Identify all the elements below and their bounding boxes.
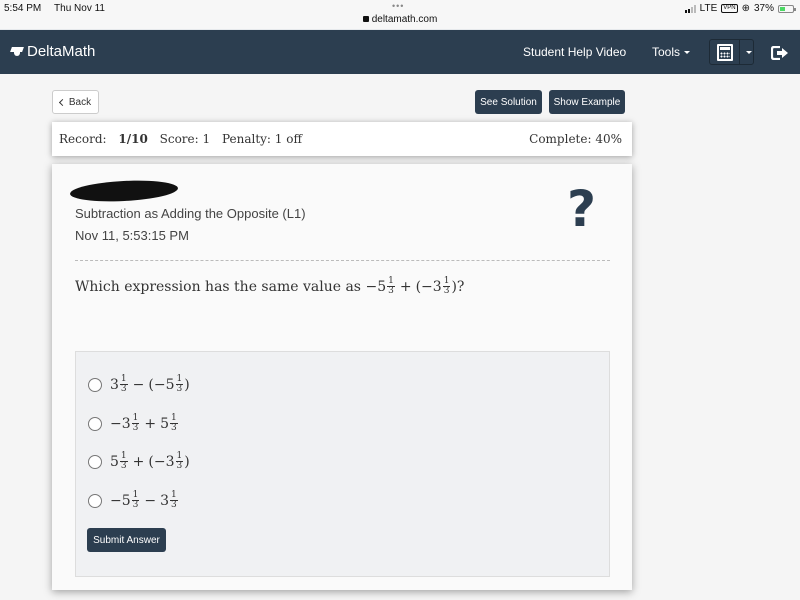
choice-3[interactable]: 5 1 3 + (−3 1 3)	[88, 452, 190, 471]
complete-stat: Complete: 40%	[529, 132, 622, 146]
skill-title: Subtraction as Adding the Opposite (L1)	[75, 206, 306, 221]
address-bar[interactable]: deltamath.com	[0, 14, 800, 25]
back-button[interactable]: Back	[52, 90, 99, 114]
answer-choices: 3 1 3− (−5 1 3) −3 1 3 +5 1 3 5 1 3 + (−3 1 3) −5 1 3−3 1 3 …	[75, 351, 610, 577]
calculator-dropdown-toggle[interactable]	[740, 40, 753, 64]
choice-expression: 5 1 3 + (−3 1 3)	[110, 451, 190, 471]
score-stat: Score: 1	[159, 132, 211, 146]
choice-4[interactable]: −5 1 3−3 1 3	[88, 491, 179, 510]
vpn-icon: VPN	[721, 4, 738, 13]
redacted-name	[69, 178, 179, 204]
choice-expression: 3 1 3− (−5 1 3)	[110, 374, 190, 394]
status-date: Thu Nov 11	[54, 3, 105, 14]
url-text: deltamath.com	[371, 14, 438, 25]
navbar: DeltaMath Student Help Video Tools	[0, 30, 800, 74]
record-stat: Record: 1/10	[59, 132, 148, 146]
brand-name: DeltaMath	[27, 43, 96, 60]
radio-button[interactable]	[88, 377, 102, 392]
radio-button[interactable]	[88, 454, 102, 469]
caret-down-icon	[745, 50, 752, 54]
record-value: 1/10	[118, 132, 148, 146]
see-solution-button[interactable]: See Solution	[475, 90, 542, 114]
orientation-lock-icon: ⊕	[741, 3, 750, 14]
more-dots-icon[interactable]: •••	[392, 1, 404, 11]
logout-icon[interactable]	[771, 46, 789, 60]
back-label: Back	[68, 96, 92, 108]
signal-icon	[684, 4, 696, 13]
graduation-cap-icon	[10, 47, 24, 57]
record-bar: Record: 1/10 Score: 1 Penalty: 1 off Com…	[52, 122, 632, 156]
status-bar: 5:54 PM Thu Nov 11 ••• deltamath.com LTE…	[0, 0, 800, 30]
student-help-video-link[interactable]: Student Help Video	[523, 45, 626, 59]
calculator-button[interactable]	[710, 40, 740, 64]
chevron-left-icon	[58, 98, 66, 106]
help-question-icon[interactable]: ?	[567, 184, 596, 234]
penalty-stat: Penalty: 1 off	[221, 132, 302, 146]
calculator-button-group	[709, 39, 754, 65]
question-text: Which expression has the same value as −…	[75, 276, 465, 296]
radio-button[interactable]	[88, 416, 102, 431]
show-example-button[interactable]: Show Example	[549, 90, 625, 114]
battery-percent: 37%	[753, 3, 774, 14]
tools-label: Tools	[652, 45, 681, 59]
lock-icon	[362, 16, 369, 22]
choice-expression: −3 1 3 +5 1 3	[110, 413, 178, 433]
radio-button[interactable]	[88, 493, 102, 508]
status-time: 5:54 PM	[4, 3, 42, 14]
carrier-label: LTE	[699, 3, 718, 14]
choice-expression: −5 1 3−3 1 3	[110, 490, 178, 510]
divider	[75, 260, 610, 261]
tools-dropdown[interactable]: Tools	[652, 45, 691, 59]
question-expression: −5 13 +(−3 1 3)?	[365, 276, 465, 296]
choice-2[interactable]: −3 1 3 +5 1 3	[88, 414, 179, 433]
calculator-icon	[716, 43, 733, 61]
caret-down-icon	[684, 51, 691, 55]
problem-timestamp: Nov 11, 5:53:15 PM	[75, 228, 189, 243]
submit-answer-button[interactable]: Submit Answer	[87, 528, 166, 552]
choice-1[interactable]: 3 1 3− (−5 1 3)	[88, 375, 190, 394]
problem-panel: Subtraction as Adding the Opposite (L1) …	[52, 164, 632, 590]
battery-icon	[778, 4, 796, 13]
brand-logo[interactable]: DeltaMath	[10, 43, 95, 60]
